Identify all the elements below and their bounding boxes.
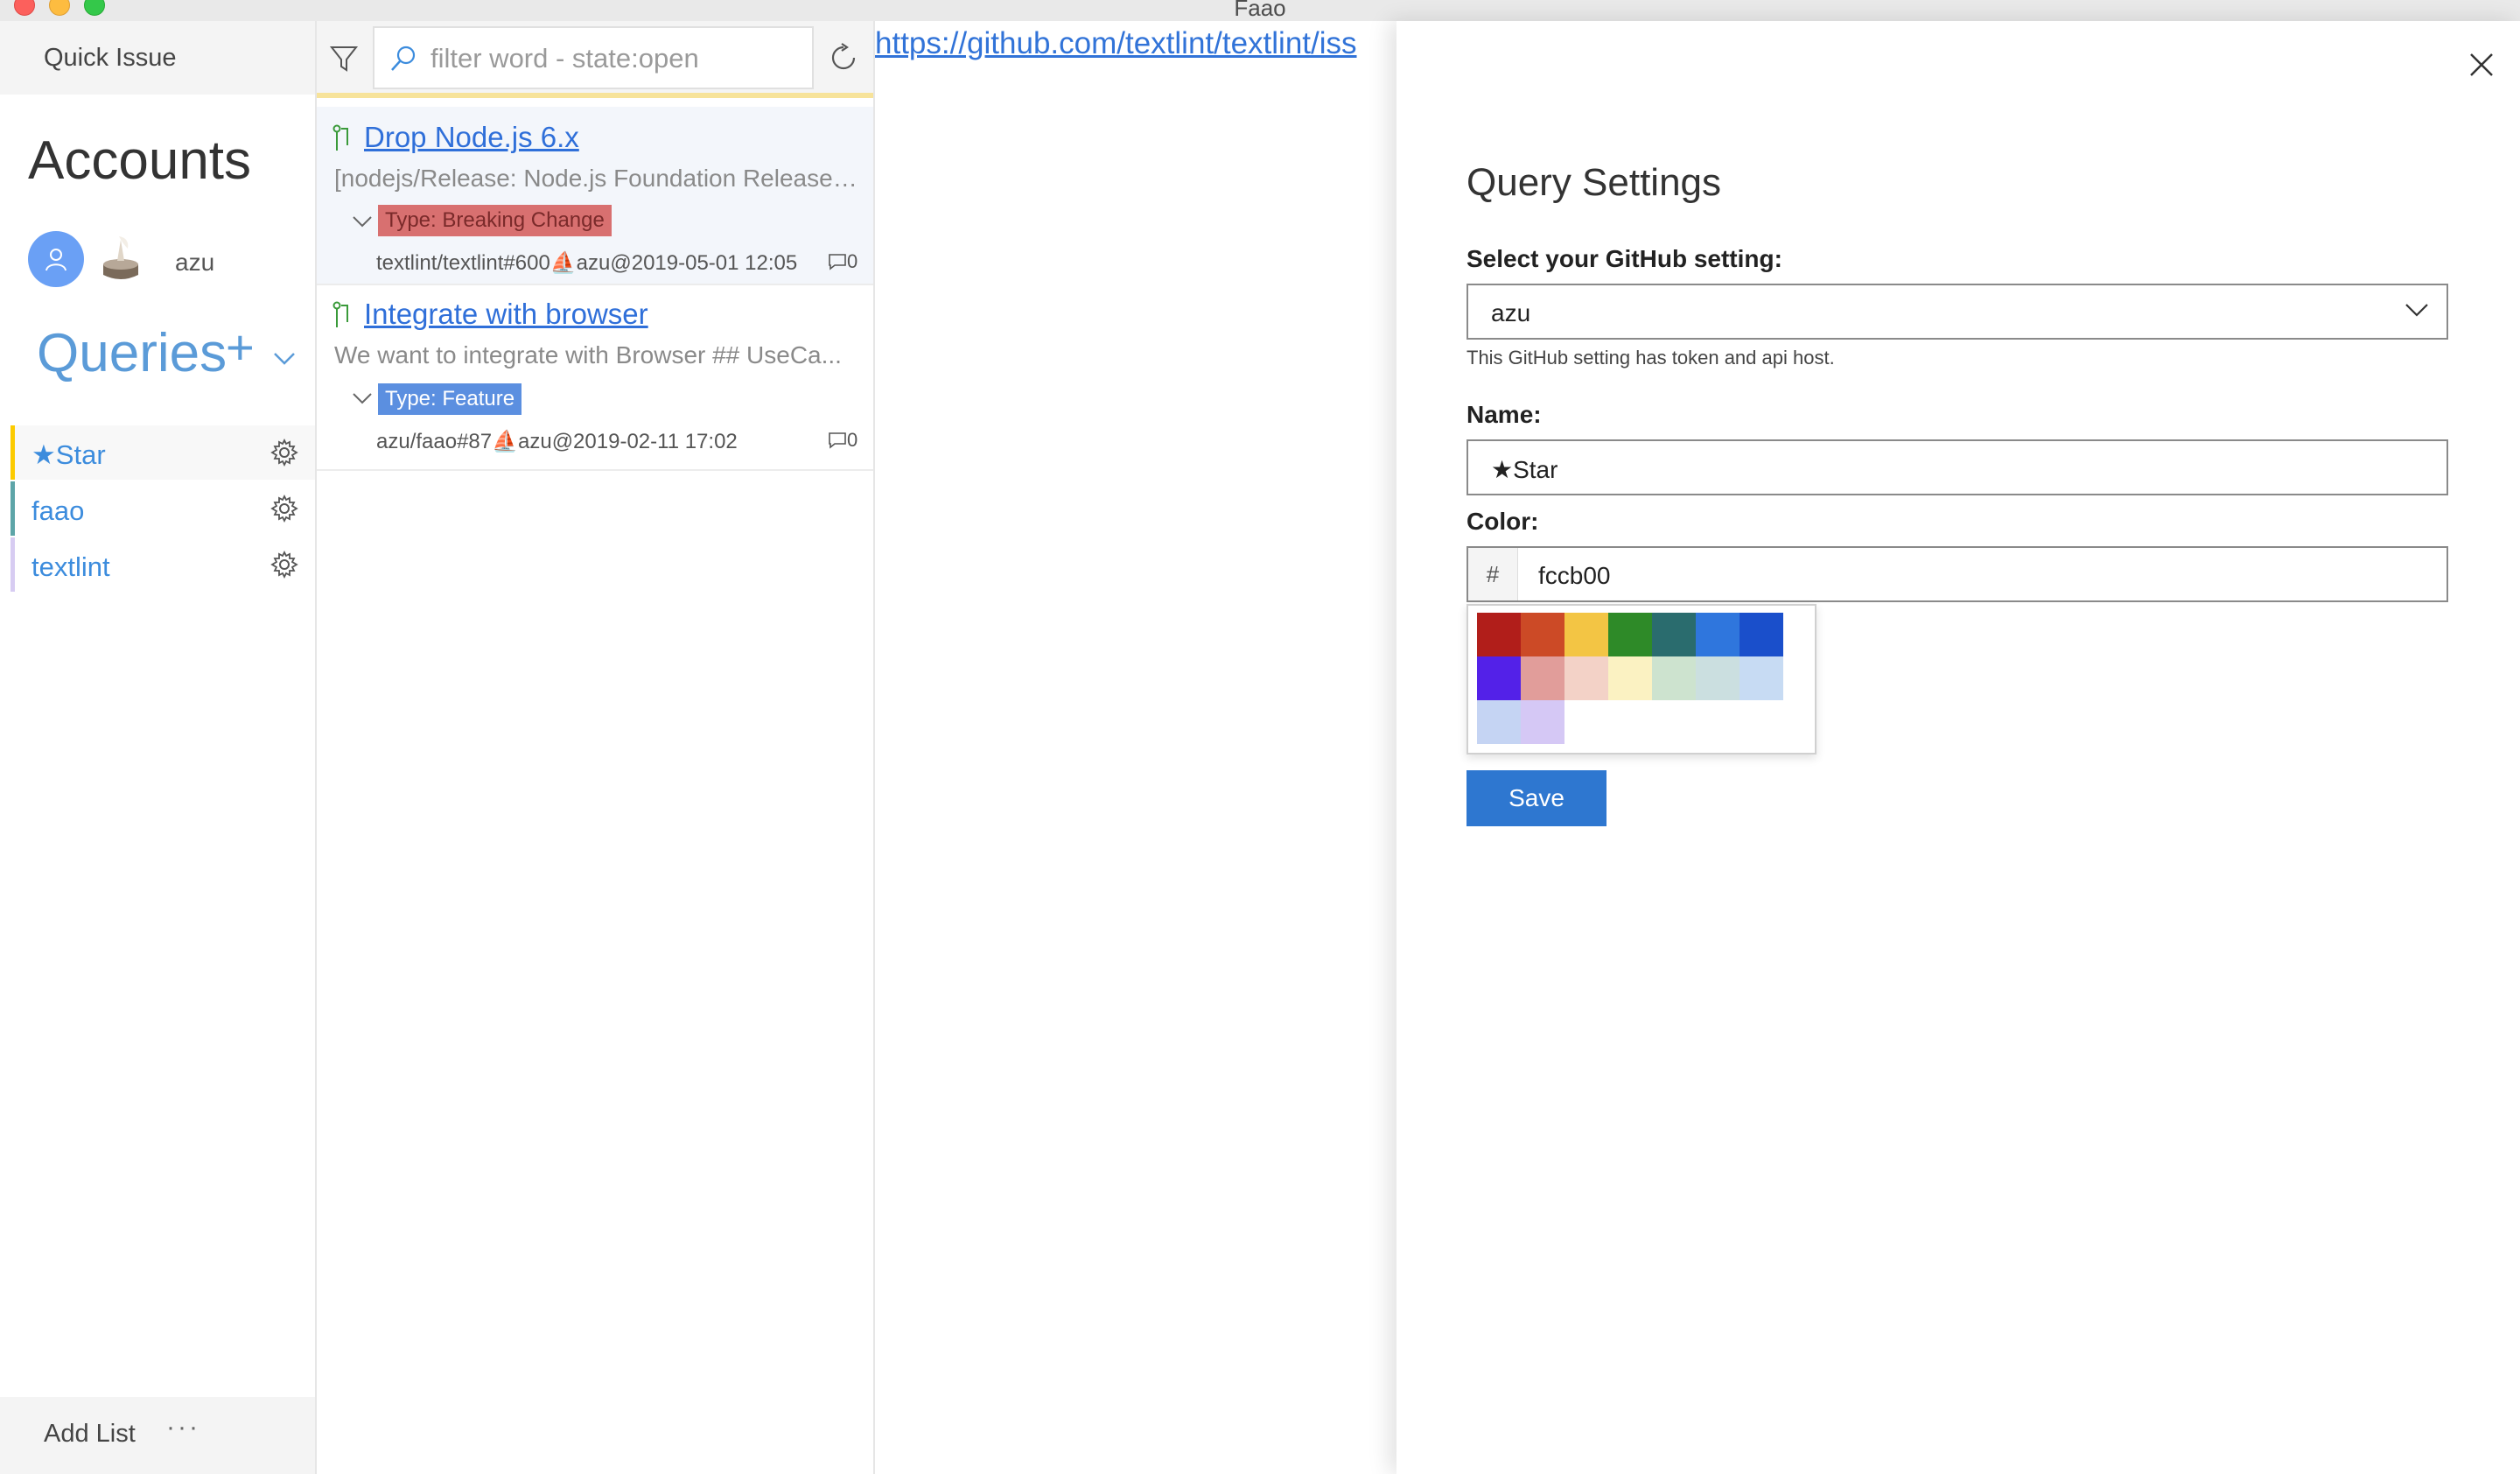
- color-swatch[interactable]: [1477, 700, 1521, 744]
- add-list-button[interactable]: Add List: [44, 1420, 136, 1449]
- issue-title-link[interactable]: Drop Node.js 6.x: [364, 121, 579, 154]
- issue-label-badge[interactable]: Type: Breaking Change: [378, 205, 612, 236]
- user-icon: [46, 249, 66, 271]
- color-swatch[interactable]: [1477, 613, 1521, 656]
- github-setting-hint: This GitHub setting has token and api ho…: [1466, 347, 1835, 368]
- chevron-down-icon[interactable]: [352, 392, 373, 406]
- issue-list-panel: Drop Node.js 6.x [nodejs/Release: Node.j…: [317, 21, 875, 1474]
- query-item-faao[interactable]: faao: [10, 481, 315, 536]
- gear-icon[interactable]: [270, 550, 299, 579]
- color-swatch[interactable]: [1740, 613, 1783, 656]
- query-label[interactable]: textlint: [32, 551, 110, 583]
- issue-body-preview: We want to integrate with Browser ## Use…: [334, 341, 842, 368]
- gear-icon[interactable]: [270, 438, 299, 467]
- list-toolbar: [317, 21, 873, 95]
- color-swatch[interactable]: [1521, 656, 1564, 700]
- github-setting-value: azu: [1491, 299, 1531, 326]
- quick-issue-button[interactable]: Quick Issue: [44, 44, 177, 73]
- name-field-value: ★Star: [1491, 456, 1558, 483]
- account-picture-icon: [103, 236, 138, 279]
- loading-progress-bar: [317, 93, 873, 98]
- chevron-down-icon: [2405, 304, 2428, 317]
- issue-meta: azu/faao#87⛵azu@2019-02-11 17:02: [376, 430, 738, 453]
- color-swatch[interactable]: [1521, 613, 1564, 656]
- color-swatch[interactable]: [1652, 613, 1696, 656]
- query-item-textlint[interactable]: textlint: [10, 537, 315, 592]
- github-setting-label: Select your GitHub setting:: [1466, 245, 1782, 272]
- color-swatch[interactable]: [1521, 700, 1564, 744]
- name-field[interactable]: ★Star: [1466, 439, 2448, 495]
- issue-title-link[interactable]: Integrate with browser: [364, 298, 648, 331]
- color-swatch[interactable]: [1740, 656, 1783, 700]
- query-settings-panel: Query Settings Select your GitHub settin…: [1396, 21, 2520, 1474]
- search-box[interactable]: [373, 26, 814, 89]
- query-color-bar: [10, 425, 15, 480]
- queries-heading: Queries: [37, 323, 228, 383]
- comment-count: 0: [828, 250, 858, 273]
- color-label: Color:: [1466, 508, 1539, 535]
- color-swatch[interactable]: [1608, 613, 1652, 656]
- chevron-down-icon[interactable]: [273, 352, 296, 366]
- issue-item[interactable]: Integrate with browser We want to integr…: [317, 285, 873, 471]
- comment-count: 0: [828, 429, 858, 452]
- query-color-bar: [10, 481, 15, 536]
- window-title: Faao: [1234, 0, 1286, 21]
- web-view: https://github.com/textlint/textlint/iss: [875, 21, 1396, 1474]
- issue-meta: textlint/textlint#600⛵azu@2019-05-01 12:…: [376, 251, 798, 275]
- query-label[interactable]: ★Star: [32, 439, 106, 471]
- add-query-button[interactable]: +: [226, 319, 255, 376]
- account-avatar[interactable]: [28, 231, 84, 287]
- accounts-heading: Accounts: [28, 130, 252, 191]
- title-bar: Faao: [0, 0, 2520, 22]
- pull-request-icon: [332, 301, 348, 327]
- color-swatch[interactable]: [1696, 613, 1740, 656]
- refresh-icon[interactable]: [828, 42, 859, 74]
- color-palette-popover: [1466, 604, 1816, 755]
- hash-prefix: #: [1468, 548, 1518, 600]
- account-identicon[interactable]: [94, 229, 147, 287]
- color-field[interactable]: # fccb00: [1466, 546, 2448, 602]
- color-swatch[interactable]: [1564, 613, 1608, 656]
- color-swatch[interactable]: [1564, 656, 1608, 700]
- quick-issue-bar[interactable]: Quick Issue: [0, 21, 315, 95]
- issue-item[interactable]: Drop Node.js 6.x [nodejs/Release: Node.j…: [317, 107, 873, 285]
- search-input[interactable]: [429, 40, 800, 77]
- panel-title: Query Settings: [1466, 161, 1722, 204]
- color-swatch[interactable]: [1608, 656, 1652, 700]
- gear-icon[interactable]: [270, 494, 299, 523]
- issue-url-link[interactable]: https://github.com/textlint/textlint/iss: [875, 26, 1357, 61]
- issue-label-badge[interactable]: Type: Feature: [378, 383, 522, 415]
- query-label[interactable]: faao: [32, 495, 84, 527]
- comment-icon: [829, 432, 846, 449]
- sidebar: Quick Issue Accounts azu Queries + ★Star…: [0, 21, 317, 1474]
- name-label: Name:: [1466, 401, 1542, 428]
- comment-count-value: 0: [847, 250, 858, 272]
- search-icon: [391, 46, 416, 71]
- github-setting-select[interactable]: azu: [1466, 284, 2448, 340]
- account-name[interactable]: azu: [175, 249, 214, 277]
- color-swatch[interactable]: [1652, 656, 1696, 700]
- query-color-bar: [10, 537, 15, 592]
- color-field-value: fccb00: [1538, 562, 1611, 589]
- color-swatch[interactable]: [1696, 656, 1740, 700]
- query-item-star[interactable]: ★Star: [10, 425, 315, 480]
- issue-body-preview: [nodejs/Release: Node.js Foundation Rele…: [334, 165, 859, 192]
- close-icon[interactable]: [2466, 49, 2497, 81]
- pull-request-icon: [332, 124, 348, 151]
- comment-icon: [829, 254, 846, 270]
- filter-icon[interactable]: [329, 44, 359, 74]
- chevron-down-icon[interactable]: [352, 215, 373, 229]
- color-swatch[interactable]: [1477, 656, 1521, 700]
- comment-count-value: 0: [847, 429, 858, 451]
- save-button[interactable]: Save: [1466, 770, 1606, 826]
- more-options-button[interactable]: ···: [166, 1413, 200, 1442]
